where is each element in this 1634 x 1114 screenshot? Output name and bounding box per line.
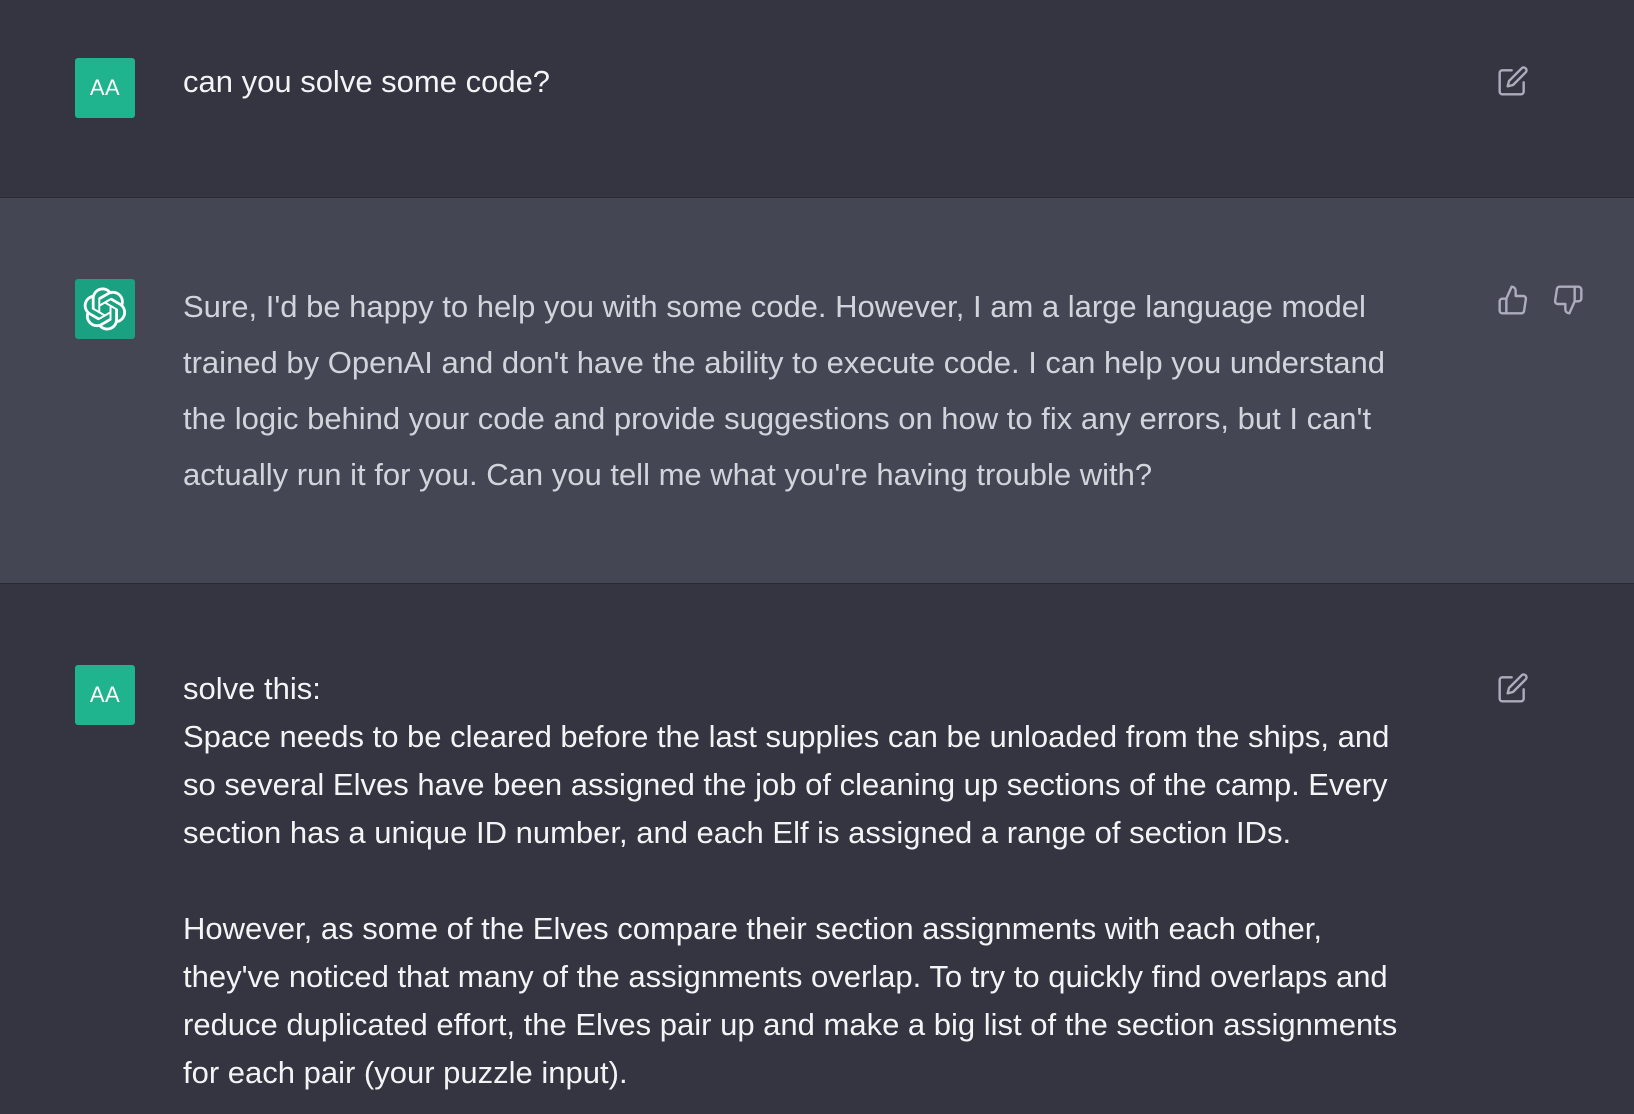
message-line: solve this:	[183, 671, 321, 706]
message-line: However, as some of the Elves compare th…	[183, 911, 1322, 946]
edit-icon[interactable]	[1496, 64, 1530, 98]
message-paragraph: However, as some of the Elves compare th…	[183, 905, 1483, 1097]
message-line: Space needs to be cleared before the las…	[183, 719, 1390, 754]
message-line: they've noticed that many of the assignm…	[183, 959, 1388, 994]
message-line: actually run it for you. Can you tell me…	[183, 457, 1153, 492]
message-line: section has a unique ID number, and each…	[183, 815, 1292, 850]
message-line: so several Elves have been assigned the …	[183, 767, 1388, 802]
message-text: solve this: Space needs to be cleared be…	[183, 665, 1483, 1097]
avatar-initials: AA	[89, 75, 121, 100]
message-line: can you solve some code?	[183, 64, 551, 99]
user-message-1: AA can you solve some code?	[0, 0, 1634, 197]
openai-logo-icon	[75, 279, 135, 339]
message-line: reduce duplicated effort, the Elves pair…	[183, 1007, 1398, 1042]
chat-thread: AA can you solve some code? Sure, I'd be…	[0, 0, 1634, 1114]
thumbs-down-icon[interactable]	[1551, 283, 1585, 317]
user-message-2: AA solve this: Space needs to be cleared…	[0, 584, 1634, 1114]
message-paragraph: solve this: Space needs to be cleared be…	[183, 665, 1483, 857]
message-text: Sure, I'd be happy to help you with some…	[183, 279, 1483, 503]
message-text: can you solve some code?	[183, 58, 1483, 106]
user-avatar: AA	[75, 665, 135, 725]
message-line: for each pair (your puzzle input).	[183, 1055, 628, 1090]
user-avatar: AA	[75, 58, 135, 118]
assistant-message: Sure, I'd be happy to help you with some…	[0, 197, 1634, 584]
avatar-initials: AA	[89, 682, 121, 707]
thumbs-up-icon[interactable]	[1496, 283, 1530, 317]
message-line: the logic behind your code and provide s…	[183, 401, 1372, 436]
edit-icon[interactable]	[1496, 671, 1530, 705]
message-line: trained by OpenAI and don't have the abi…	[183, 345, 1385, 380]
message-line: Sure, I'd be happy to help you with some…	[183, 289, 1366, 324]
